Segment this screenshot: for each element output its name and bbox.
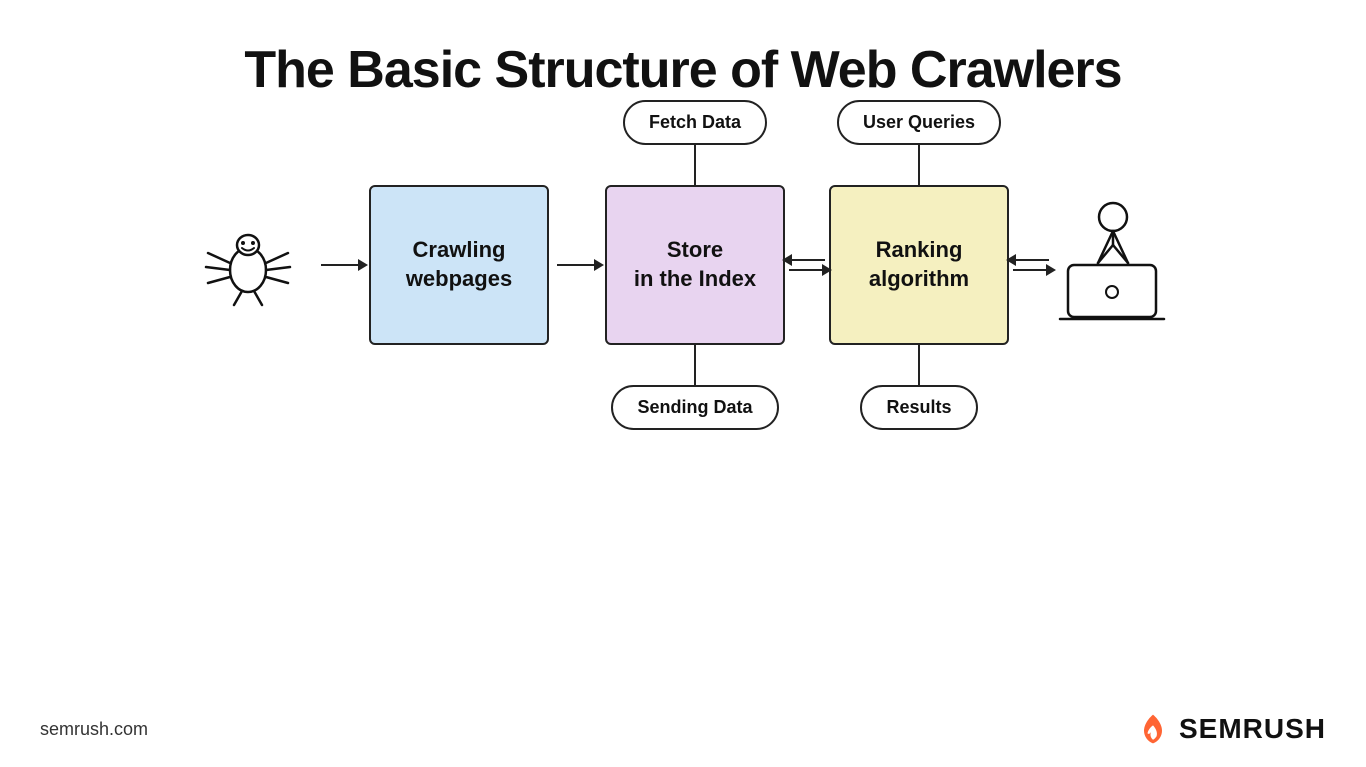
arrow-right	[789, 269, 825, 271]
results-label: Results	[886, 397, 951, 417]
arrow-crawling-to-index	[557, 264, 597, 266]
page: The Basic Structure of Web Crawlers	[0, 0, 1366, 767]
fetch-data-label: Fetch Data	[649, 112, 741, 132]
spider-icon	[193, 215, 303, 315]
sending-data-label: Sending Data	[637, 397, 752, 417]
vert-line-bottom-ranking	[918, 345, 920, 385]
semrush-text: SEMRUSH	[1179, 713, 1326, 745]
box-ranking: Ranking algorithm	[829, 185, 1009, 345]
semrush-logo: SEMRUSH	[1135, 711, 1326, 747]
arrow-spider-to-crawling	[321, 264, 361, 266]
ranking-column: User Queries Ranking algorithm Results	[829, 100, 1009, 430]
vert-line-top-index	[694, 145, 696, 185]
results-pill: Results	[860, 385, 977, 430]
vert-line-top-ranking	[918, 145, 920, 185]
diagram-row: Crawling webpages Fetch Data Store in th…	[193, 100, 1173, 430]
ranking-label: Ranking algorithm	[869, 236, 969, 293]
sending-data-pill: Sending Data	[611, 385, 778, 430]
footer-url: semrush.com	[40, 719, 148, 740]
arrow-left-2	[1013, 259, 1049, 261]
index-label: Store in the Index	[634, 236, 756, 293]
index-column: Fetch Data Store in the Index Sending Da…	[605, 100, 785, 430]
user-queries-label: User Queries	[863, 112, 975, 132]
double-arrow-ranking-person	[1013, 259, 1049, 271]
box-index: Store in the Index	[605, 185, 785, 345]
vert-line-bottom-index	[694, 345, 696, 385]
footer: semrush.com SEMRUSH	[0, 711, 1366, 747]
user-queries-pill: User Queries	[837, 100, 1001, 145]
semrush-flame-icon	[1135, 711, 1171, 747]
diagram: Crawling webpages Fetch Data Store in th…	[193, 100, 1173, 430]
arrow-right-2	[1013, 269, 1049, 271]
page-title: The Basic Structure of Web Crawlers	[244, 40, 1121, 100]
double-arrow-index-ranking	[789, 259, 825, 271]
person-icon	[1053, 195, 1173, 335]
arrow-left	[789, 259, 825, 261]
box-crawling: Crawling webpages	[369, 185, 549, 345]
crawling-label: Crawling webpages	[406, 236, 512, 293]
fetch-data-pill: Fetch Data	[623, 100, 767, 145]
